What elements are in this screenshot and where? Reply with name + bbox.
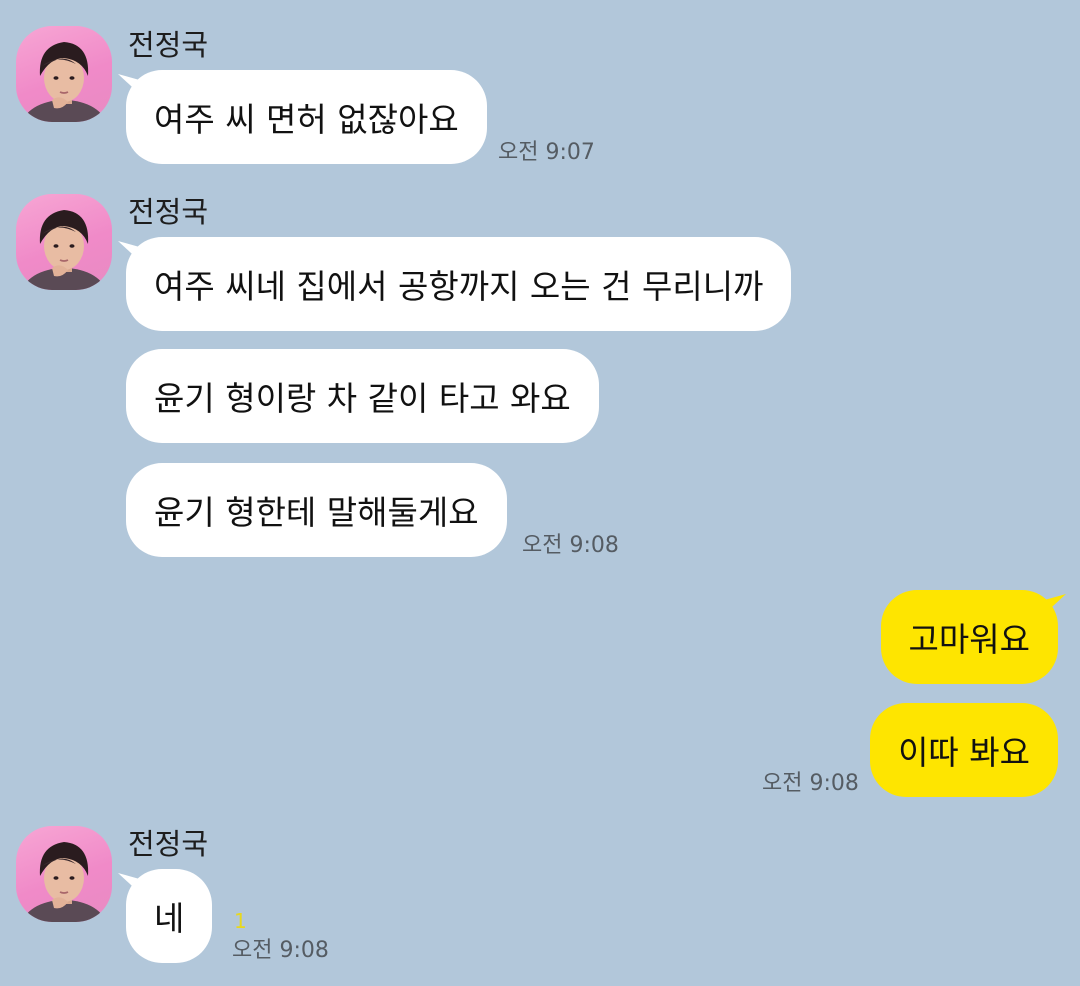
sender-avatar[interactable] [16, 26, 112, 122]
avatar-image [22, 210, 106, 290]
message-time: 오전 9:07 [498, 140, 595, 165]
message-bubble[interactable]: 윤기 형이랑 차 같이 타고 와요 [126, 349, 599, 443]
message-bubble[interactable]: 네 [126, 869, 213, 963]
sender-name: 전정국 [128, 28, 209, 62]
message-bubble[interactable]: 여주 씨 면허 없잖아요 [126, 70, 487, 164]
message-time: 오전 9:08 [762, 771, 859, 796]
unread-count: 1 [234, 909, 247, 933]
sender-name: 전정국 [128, 195, 209, 229]
message-bubble[interactable]: 고마워요 [880, 590, 1058, 684]
avatar-image [22, 42, 106, 122]
message-time: 오전 9:08 [522, 533, 619, 558]
avatar-image [22, 842, 106, 922]
message-time: 오전 9:08 [232, 938, 329, 963]
message-bubble[interactable]: 윤기 형한테 말해둘게요 [126, 463, 507, 557]
message-bubble[interactable]: 이따 봐요 [870, 703, 1058, 797]
sender-name: 전정국 [128, 827, 209, 861]
message-bubble[interactable]: 여주 씨네 집에서 공항까지 오는 건 무리니까 [126, 237, 792, 331]
sender-avatar[interactable] [16, 194, 112, 290]
sender-avatar[interactable] [16, 826, 112, 922]
